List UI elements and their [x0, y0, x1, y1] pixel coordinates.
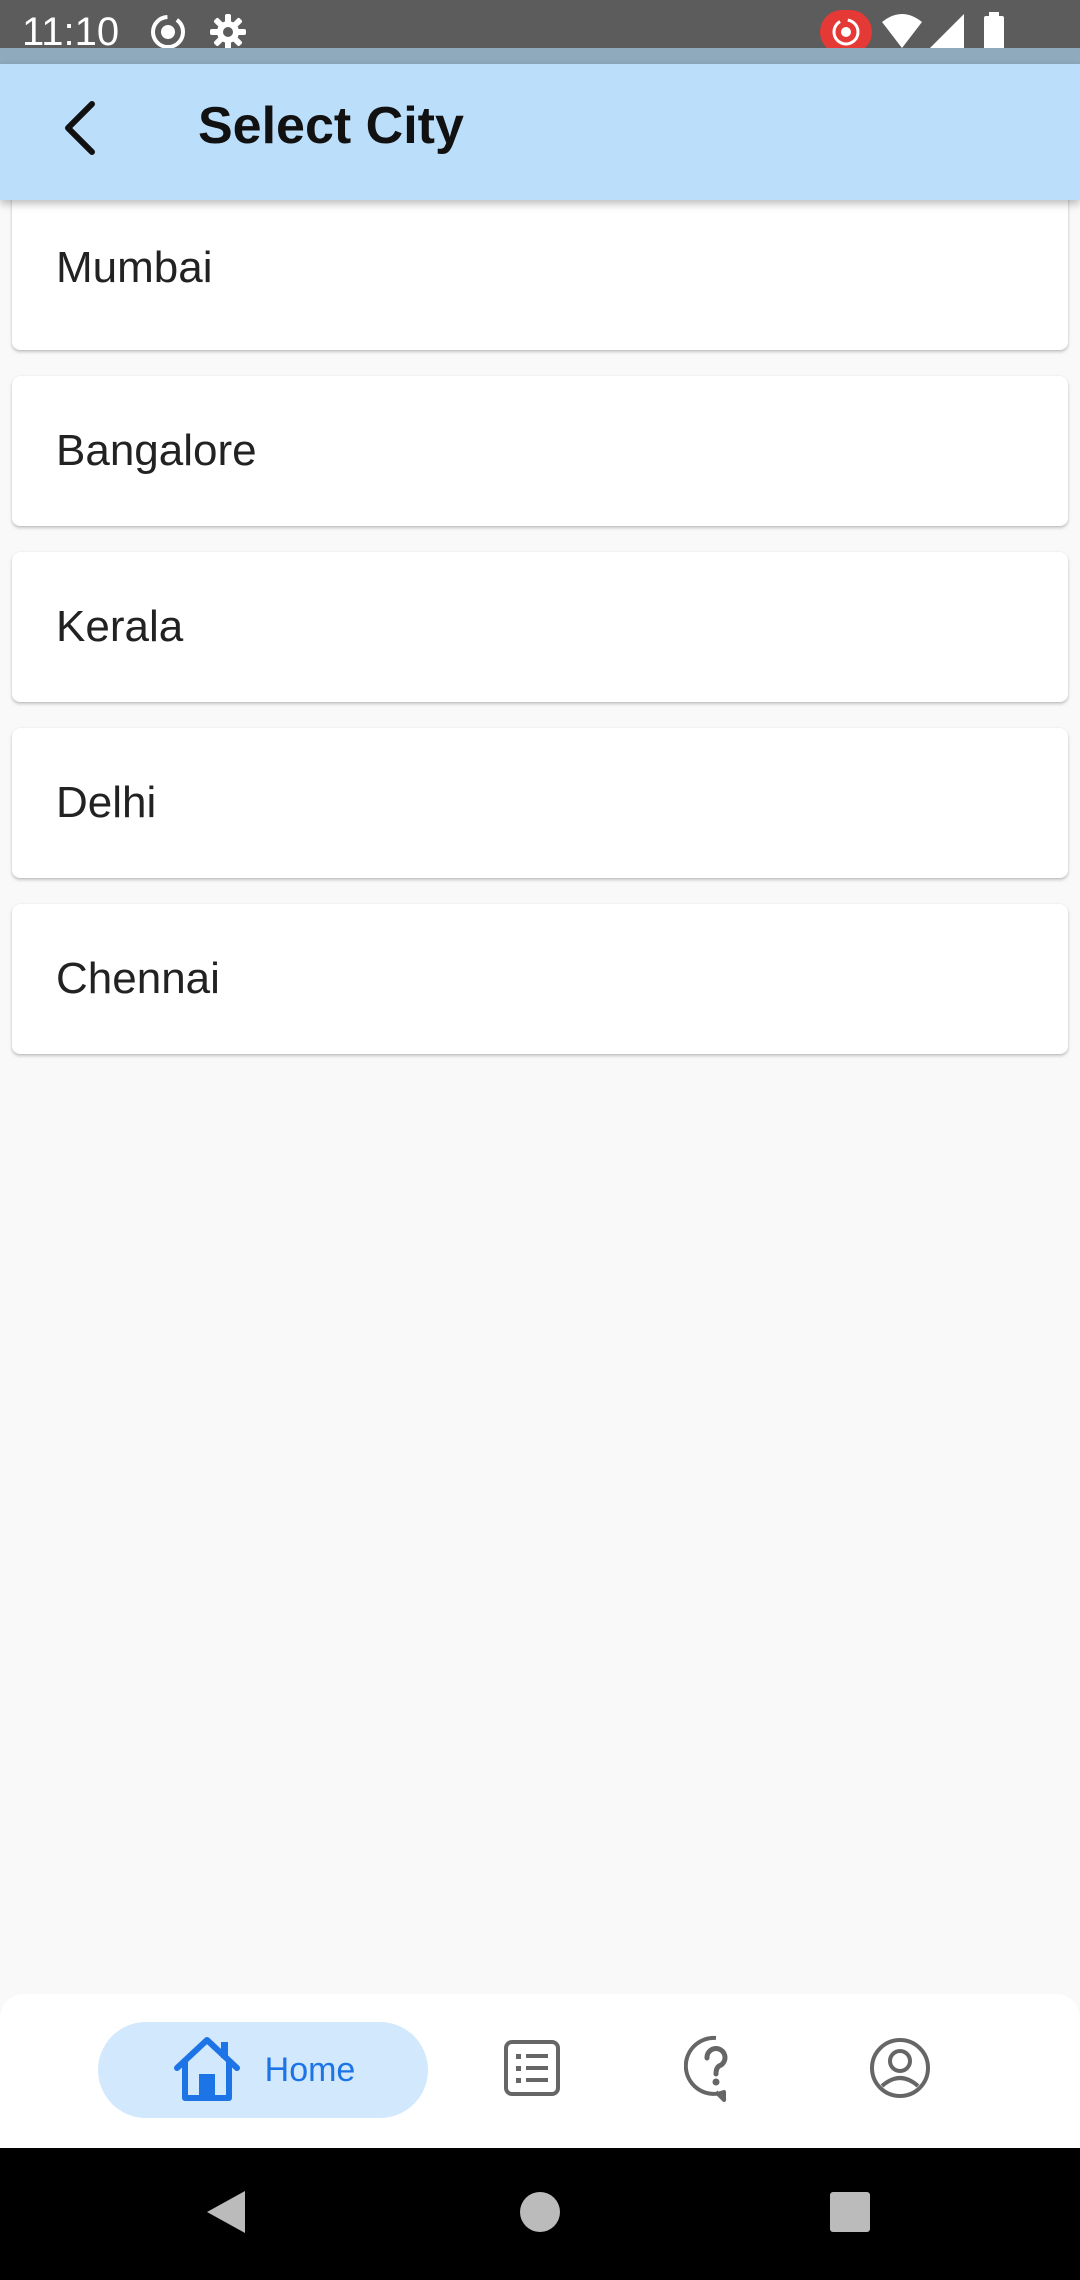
nav-profile-tab[interactable]: [850, 2022, 950, 2118]
system-navigation-bar: [0, 2148, 1080, 2280]
help-icon: [683, 2034, 748, 2107]
city-item-kerala[interactable]: Kerala: [12, 552, 1068, 702]
nav-home-label: Home: [264, 2050, 356, 2089]
home-circle-icon: [518, 2190, 562, 2239]
page-title: Select City: [198, 97, 464, 155]
recents-square-icon: [828, 2190, 872, 2239]
app-bar: Select City: [0, 64, 1080, 200]
city-name: Delhi: [56, 778, 157, 827]
system-recents-button[interactable]: [820, 2184, 880, 2244]
list-icon: [502, 2038, 562, 2103]
nav-home-tab[interactable]: Home: [98, 2022, 428, 2118]
city-name: Bangalore: [56, 426, 257, 475]
city-item-mumbai[interactable]: Mumbai: [12, 186, 1068, 350]
city-name: Chennai: [56, 954, 220, 1003]
city-item-bangalore[interactable]: Bangalore: [12, 376, 1068, 526]
bottom-navigation: Home: [0, 1994, 1080, 2148]
nav-list-tab[interactable]: [482, 2022, 582, 2118]
system-home-button[interactable]: [510, 2184, 570, 2244]
city-name: Kerala: [56, 602, 184, 651]
status-bar-divider: [0, 48, 1080, 64]
back-triangle-icon: [201, 2187, 251, 2242]
back-arrow-icon: [56, 98, 104, 163]
city-list: Mumbai Bangalore Kerala Delhi Chennai: [12, 186, 1068, 1080]
system-back-button[interactable]: [196, 2184, 256, 2244]
nav-help-tab[interactable]: [666, 2022, 766, 2118]
city-name: Mumbai: [56, 243, 213, 292]
home-icon: [171, 2034, 243, 2107]
profile-icon: [868, 2036, 932, 2105]
back-button[interactable]: [40, 90, 120, 170]
city-item-delhi[interactable]: Delhi: [12, 728, 1068, 878]
city-item-chennai[interactable]: Chennai: [12, 904, 1068, 1054]
